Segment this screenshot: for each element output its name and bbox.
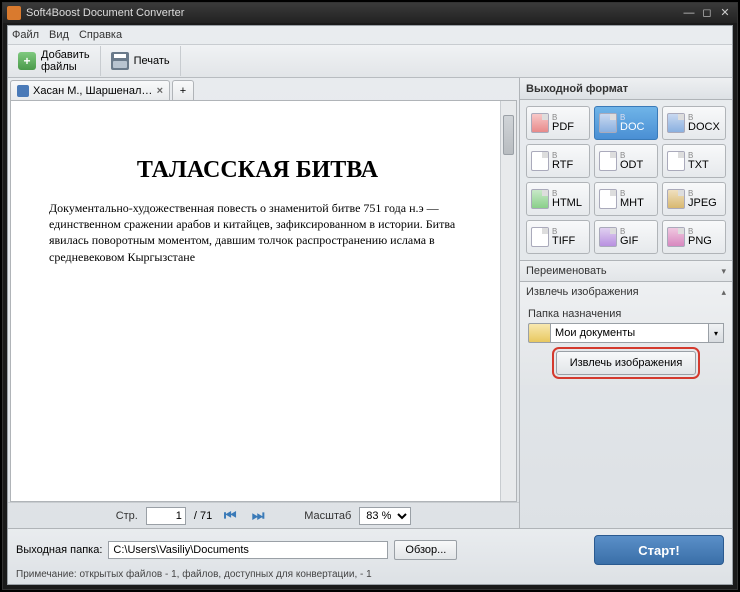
file-docx-icon bbox=[667, 113, 685, 133]
dest-folder-label: Папка назначения bbox=[528, 308, 724, 320]
close-button[interactable]: ✕ bbox=[717, 6, 733, 20]
menu-help[interactable]: Справка bbox=[79, 29, 122, 41]
file-gif-icon bbox=[599, 227, 617, 247]
format-odt-button[interactable]: ВODT bbox=[594, 144, 658, 178]
start-button[interactable]: Старт! bbox=[594, 535, 724, 565]
format-docx-button[interactable]: ВDOCX bbox=[662, 106, 726, 140]
document-tabs: Хасан М., Шаршеналиев ... × + bbox=[8, 78, 519, 100]
format-rtf-button[interactable]: ВRTF bbox=[526, 144, 590, 178]
extract-section-header[interactable]: Извлечь изображения▴ bbox=[520, 282, 732, 302]
add-icon bbox=[18, 52, 36, 70]
add-files-label: Добавить файлы bbox=[41, 49, 90, 73]
folder-icon bbox=[528, 323, 550, 343]
window-title: Soft4Boost Document Converter bbox=[26, 7, 184, 19]
file-html-icon bbox=[531, 189, 549, 209]
format-mht-button[interactable]: ВMHT bbox=[594, 182, 658, 216]
zoom-label: Масштаб bbox=[304, 510, 351, 522]
doc-title: ТАЛАССКАЯ БИТВА bbox=[49, 157, 466, 184]
extract-images-button[interactable]: Извлечь изображения bbox=[556, 351, 696, 375]
file-odt-icon bbox=[599, 151, 617, 171]
combo-dropdown-button[interactable]: ▾ bbox=[708, 323, 724, 343]
chevron-up-icon: ▴ bbox=[721, 287, 726, 298]
bottom-bar: Выходная папка: Обзор... Старт! Примечан… bbox=[8, 528, 732, 584]
file-txt-icon bbox=[667, 151, 685, 171]
first-page-button[interactable]: ⏮ bbox=[220, 506, 240, 526]
document-page: ТАЛАССКАЯ БИТВА Документально-художестве… bbox=[19, 109, 496, 493]
print-button[interactable]: Печать bbox=[101, 46, 181, 76]
page-total: / 71 bbox=[194, 510, 212, 522]
minimize-button[interactable]: — bbox=[681, 6, 697, 20]
page-input[interactable] bbox=[146, 507, 186, 525]
doc-paragraph: Документально-художественная повесть о з… bbox=[49, 200, 466, 265]
file-mht-icon bbox=[599, 189, 617, 209]
tab-label: Хасан М., Шаршеналиев ... bbox=[33, 85, 153, 97]
format-html-button[interactable]: ВHTML bbox=[526, 182, 590, 216]
page-label: Стр. bbox=[116, 510, 138, 522]
tab-close-icon[interactable]: × bbox=[157, 85, 163, 97]
output-format-header: Выходной формат bbox=[520, 78, 732, 100]
output-folder-label: Выходная папка: bbox=[16, 544, 102, 556]
file-tiff-icon bbox=[531, 227, 549, 247]
format-png-button[interactable]: ВPNG bbox=[662, 220, 726, 254]
format-jpeg-button[interactable]: ВJPEG bbox=[662, 182, 726, 216]
dest-folder-input[interactable] bbox=[550, 323, 708, 343]
scrollbar-thumb[interactable] bbox=[503, 115, 514, 155]
document-tab[interactable]: Хасан М., Шаршеналиев ... × bbox=[10, 80, 170, 100]
last-page-button[interactable]: ⏭ bbox=[248, 506, 268, 526]
browse-button[interactable]: Обзор... bbox=[394, 540, 457, 560]
format-txt-button[interactable]: ВTXT bbox=[662, 144, 726, 178]
format-gif-button[interactable]: ВGIF bbox=[594, 220, 658, 254]
rename-section-header[interactable]: Переименовать▾ bbox=[520, 261, 732, 281]
file-rtf-icon bbox=[531, 151, 549, 171]
doc-icon bbox=[17, 85, 29, 97]
maximize-button[interactable]: ◻ bbox=[699, 6, 715, 20]
status-note: Примечание: открытых файлов - 1, файлов,… bbox=[16, 569, 724, 580]
file-jpeg-icon bbox=[667, 189, 685, 209]
app-icon bbox=[7, 6, 21, 20]
pager: Стр. / 71 ⏮ ⏭ Масштаб 83 % bbox=[8, 502, 519, 528]
menu-file[interactable]: Файл bbox=[12, 29, 39, 41]
output-folder-input[interactable] bbox=[108, 541, 388, 559]
file-png-icon bbox=[667, 227, 685, 247]
format-doc-button[interactable]: ВDOC bbox=[594, 106, 658, 140]
format-tiff-button[interactable]: ВTIFF bbox=[526, 220, 590, 254]
format-pdf-button[interactable]: ВPDF bbox=[526, 106, 590, 140]
add-tab-button[interactable]: + bbox=[172, 80, 194, 100]
file-doc-icon bbox=[599, 113, 617, 133]
format-grid: ВPDFВDOCВDOCXВRTFВODTВTXTВHTMLВMHTВJPEGВ… bbox=[520, 100, 732, 260]
preview-area: ТАЛАССКАЯ БИТВА Документально-художестве… bbox=[10, 100, 517, 502]
vertical-scrollbar[interactable] bbox=[500, 101, 516, 501]
file-pdf-icon bbox=[531, 113, 549, 133]
chevron-down-icon: ▾ bbox=[721, 266, 726, 277]
print-icon bbox=[111, 52, 129, 70]
menu-view[interactable]: Вид bbox=[49, 29, 69, 41]
zoom-select[interactable]: 83 % bbox=[359, 507, 411, 525]
dest-folder-combo[interactable]: ▾ bbox=[528, 323, 724, 343]
print-label: Печать bbox=[134, 55, 170, 67]
toolbar: Добавить файлы Печать bbox=[8, 44, 732, 78]
add-files-button[interactable]: Добавить файлы bbox=[8, 46, 101, 76]
menubar: Файл Вид Справка bbox=[8, 26, 732, 44]
titlebar: Soft4Boost Document Converter — ◻ ✕ bbox=[3, 3, 737, 23]
